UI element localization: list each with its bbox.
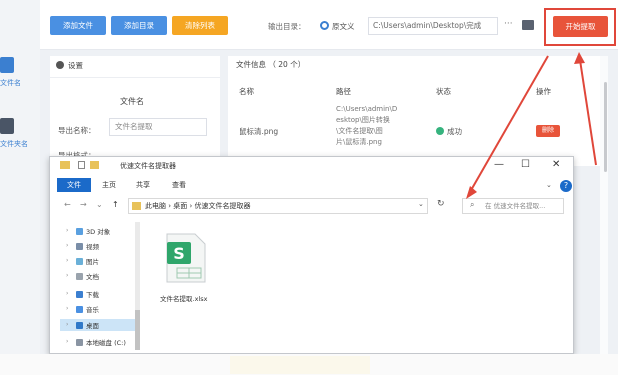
arrow-to-start	[579, 59, 597, 166]
arrowhead-start	[574, 52, 585, 64]
arrow-to-explorer	[469, 55, 549, 193]
arrowhead-explorer	[466, 186, 477, 199]
annotation-arrows	[466, 52, 597, 199]
